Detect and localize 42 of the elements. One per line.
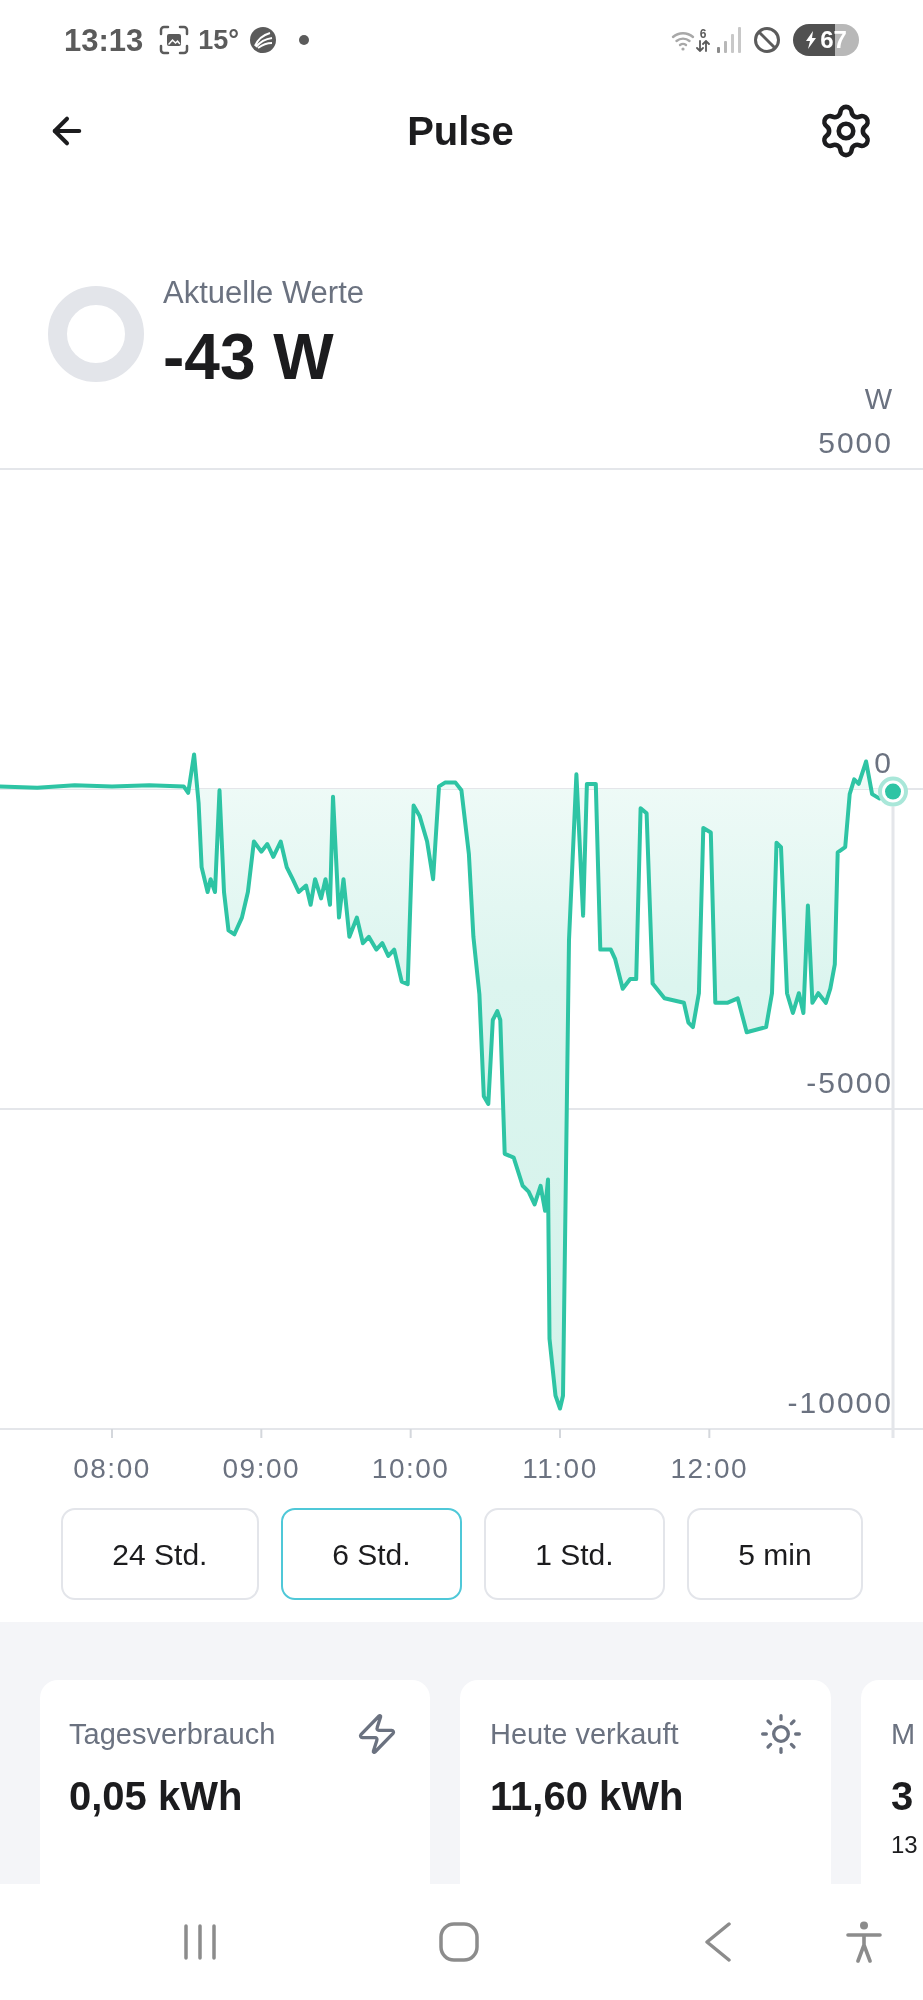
- range-tab[interactable]: 5 min: [686, 1508, 864, 1600]
- card-value: 3: [891, 1773, 915, 1820]
- x-tick-label: 08:00: [73, 1453, 151, 1484]
- card-value: 11,60 kWh: [490, 1773, 685, 1820]
- accessibility-icon[interactable]: [846, 1921, 882, 1963]
- recent-apps-icon[interactable]: [184, 1924, 216, 1960]
- current-value: -43 W: [163, 329, 335, 385]
- y-tick-label: 0: [874, 746, 893, 779]
- page-title: Pulse: [407, 111, 514, 151]
- y-tick-label: -5000: [806, 1066, 893, 1099]
- x-tick-label: 10:00: [371, 1453, 450, 1484]
- card-value: 0,05 kWh: [69, 1773, 244, 1820]
- x-tick-label: 11:00: [522, 1453, 598, 1484]
- y-tick-label: 5000: [818, 426, 893, 459]
- temperature: 15°: [198, 26, 240, 54]
- wifi-icon: [671, 29, 695, 51]
- dot-icon: [299, 35, 310, 45]
- signal-icon: [717, 27, 741, 53]
- y-tick-label: -10000: [787, 1386, 893, 1419]
- card-label: Heute verkauft: [490, 1717, 679, 1752]
- back-icon[interactable]: [705, 1922, 731, 1962]
- bolt-icon: [805, 31, 818, 49]
- sun-icon: [759, 1712, 803, 1756]
- card-label: Tagesverbrauch: [69, 1717, 276, 1752]
- y-axis-unit: W: [864, 385, 893, 415]
- ring-icon: [48, 286, 144, 382]
- disc-icon: [250, 27, 277, 53]
- current-point-icon: [878, 776, 908, 807]
- blocked-icon: [753, 26, 781, 54]
- card-label: M: [891, 1717, 916, 1752]
- status-time: 13:13: [64, 24, 144, 56]
- range-tab[interactable]: 6 Std.: [280, 1508, 462, 1600]
- range-tab[interactable]: 1 Std.: [483, 1508, 665, 1600]
- x-tick-label: 12:00: [670, 1453, 749, 1484]
- x-tick-label: 09:00: [222, 1453, 301, 1484]
- data-arrows-icon: [696, 40, 710, 52]
- screenshot-icon: [159, 25, 190, 55]
- current-label: Aktuelle Werte: [163, 276, 364, 310]
- network-type: 6: [699, 28, 707, 40]
- home-icon[interactable]: [439, 1922, 479, 1962]
- range-tab[interactable]: 24 Std.: [61, 1508, 259, 1600]
- card-subvalue: 13: [891, 1831, 919, 1859]
